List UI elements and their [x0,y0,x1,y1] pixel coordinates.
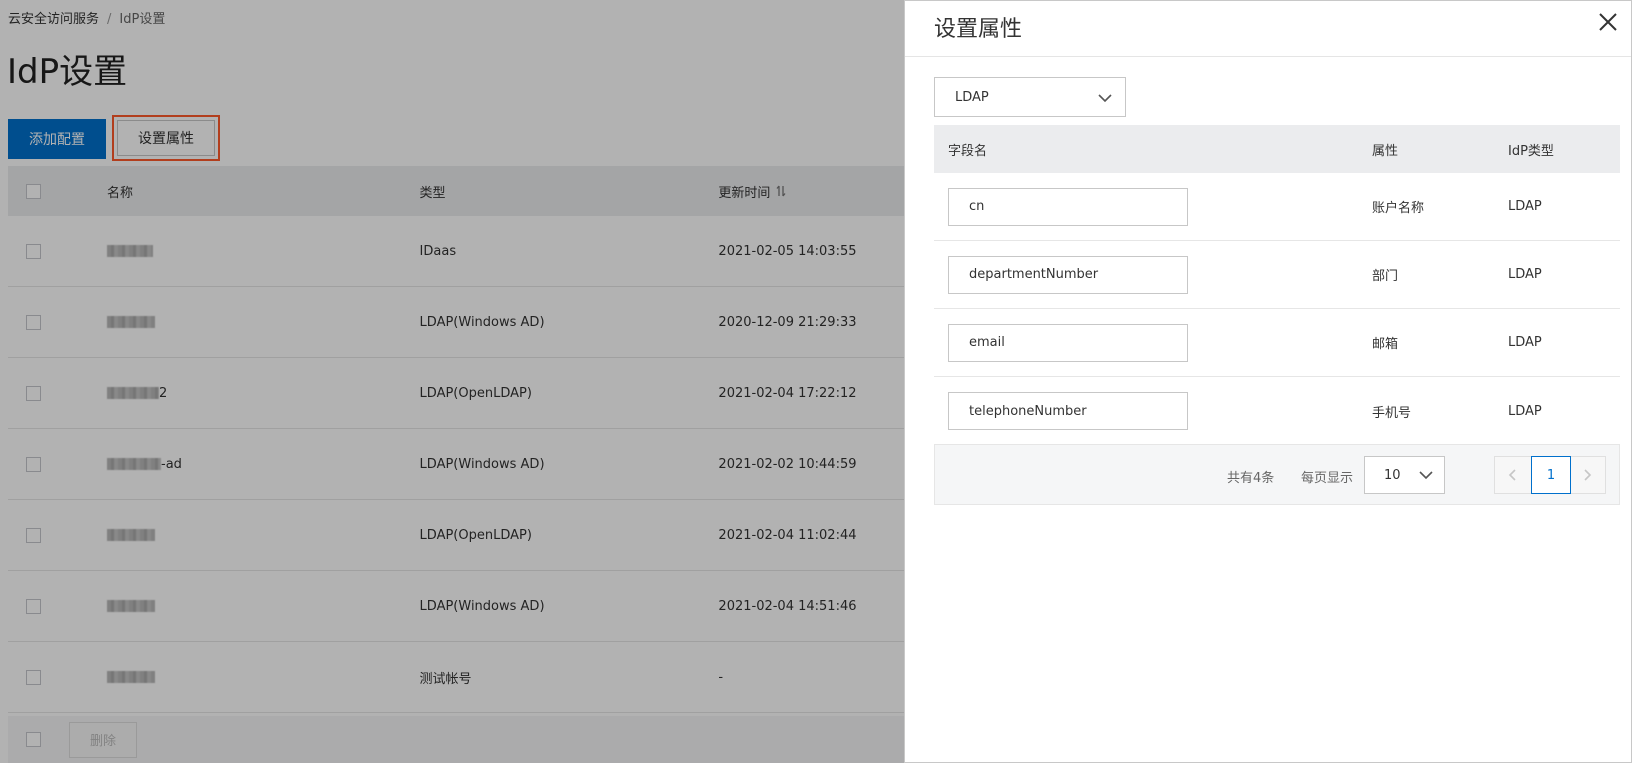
field-cell: email [934,323,1358,362]
page-size-value: 10 [1384,467,1401,483]
idp-type-cell: LDAP [1508,335,1542,350]
chevron-left-icon [1508,469,1516,481]
field-name-input[interactable]: departmentNumber [948,255,1188,294]
chevron-right-icon [1584,469,1592,481]
next-page-button[interactable] [1569,457,1605,493]
modal-overlay[interactable] [0,0,904,763]
attr-cell: 部门 [1372,269,1399,284]
page-size-select[interactable]: 10 [1364,456,1445,494]
page-number-button[interactable]: 1 [1531,456,1571,494]
idp-type-select-value: LDAP [955,89,989,105]
header-attr: 属性 [1372,143,1399,159]
attribute-row: email 邮箱 LDAP [934,309,1620,377]
page-navigation: 1 [1494,456,1606,494]
drawer-title: 设置属性 [934,17,1023,42]
idp-type-cell: LDAP [1508,267,1542,282]
field-cell: cn [934,187,1358,226]
pagination: 共有4条 每页显示 10 1 [934,444,1620,505]
close-icon[interactable] [1593,7,1623,37]
attr-cell: 账户名称 [1372,201,1425,216]
idp-type-select[interactable]: LDAP [934,77,1126,117]
pagination-total: 共有4条 [1227,471,1275,486]
attribute-row: cn 账户名称 LDAP [934,173,1620,241]
attribute-row: departmentNumber 部门 LDAP [934,241,1620,309]
prev-page-button[interactable] [1495,457,1531,493]
field-cell: telephoneNumber [934,392,1358,430]
attr-cell: 手机号 [1372,405,1412,421]
idp-type-cell: LDAP [1508,403,1542,419]
chevron-down-icon [1419,471,1433,480]
field-cell: departmentNumber [934,255,1358,294]
attr-cell: 邮箱 [1372,337,1399,352]
attribute-table-header: 字段名 属性 IdP类型 [934,125,1620,173]
page-size-label: 每页显示 [1301,471,1354,486]
field-name-input[interactable]: telephoneNumber [948,392,1188,430]
idp-type-cell: LDAP [1508,199,1542,214]
header-idp-type: IdP类型 [1508,143,1554,159]
field-name-input[interactable]: cn [948,187,1188,226]
attribute-row: telephoneNumber 手机号 LDAP [934,377,1620,445]
attribute-table: 字段名 属性 IdP类型 cn 账户名称 LDAP departmentNumb… [934,125,1620,445]
chevron-down-icon [1098,94,1112,103]
header-field: 字段名 [948,143,988,159]
set-attributes-drawer: 设置属性 LDAP 字段名 属性 IdP类型 cn 账户名称 LDAP depa… [904,0,1632,763]
field-name-input[interactable]: email [948,323,1188,362]
drawer-header: 设置属性 [905,1,1631,57]
